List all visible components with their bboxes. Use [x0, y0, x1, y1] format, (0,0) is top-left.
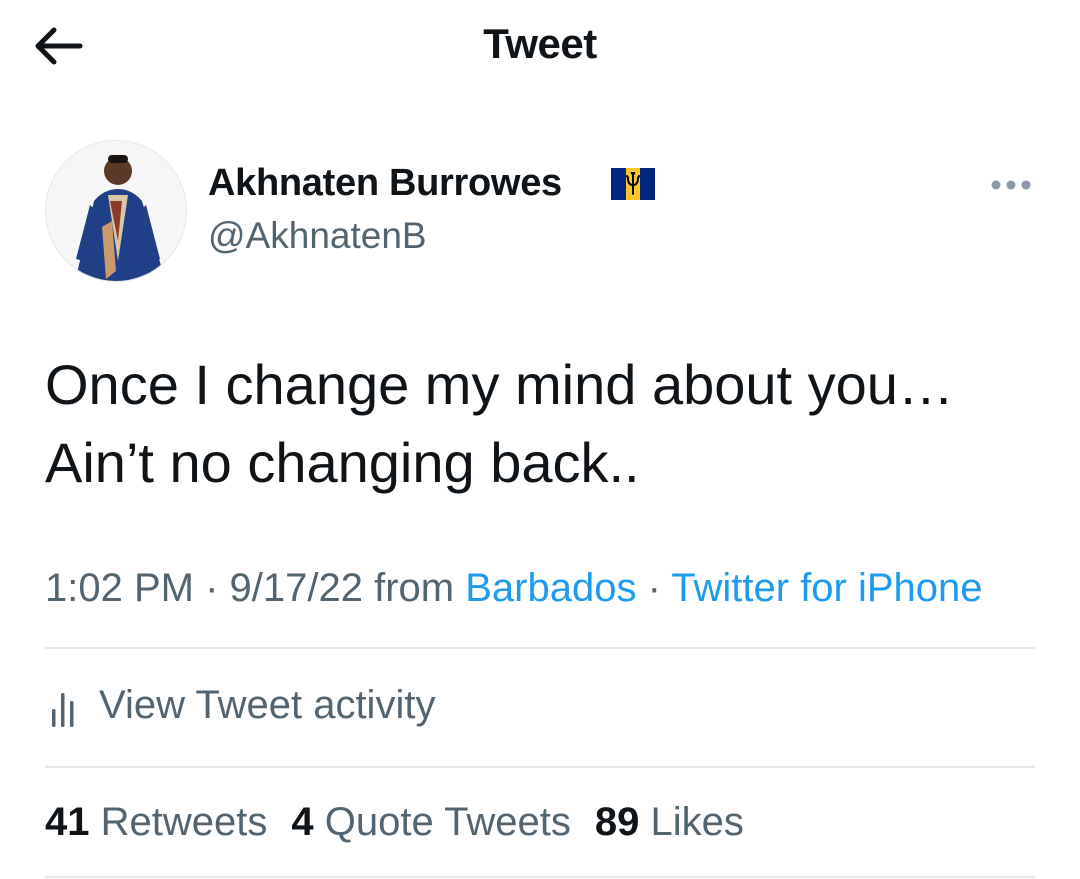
view-tweet-activity-button[interactable]: View Tweet activity — [45, 680, 435, 730]
source-link[interactable]: Twitter for iPhone — [671, 566, 982, 610]
author-name[interactable]: Akhnaten Burrowes — [208, 162, 562, 205]
bar-chart-icon — [52, 693, 74, 727]
author-handle[interactable]: @AkhnatenB — [208, 215, 427, 257]
likes-count: 89 — [594, 800, 640, 844]
quote-tweets-stat[interactable]: 4 Quote Tweets — [291, 800, 570, 845]
avatar[interactable] — [45, 140, 187, 282]
retweets-count: 41 — [45, 800, 90, 844]
tweet-detail-page: Tweet Akhnaten Burrowes @AkhnatenB Once … — [0, 0, 1080, 879]
ellipsis-icon — [991, 180, 1031, 190]
separator: · — [636, 566, 672, 610]
likes-stat[interactable]: 89 Likes — [595, 800, 744, 845]
tweet-text: Once I change my mind about you… Ain’t n… — [45, 346, 1045, 502]
divider — [45, 876, 1035, 878]
tweet-line: Once I change my mind about you… — [45, 353, 954, 416]
divider — [45, 766, 1035, 768]
quote-tweets-count: 4 — [291, 800, 314, 844]
retweets-stat[interactable]: 41 Retweets — [45, 800, 267, 845]
from-label: from — [362, 566, 466, 610]
location-link[interactable]: Barbados — [465, 566, 636, 610]
tweet-stats: 41 Retweets 4 Quote Tweets 89 Likes — [45, 800, 768, 845]
likes-label: Likes — [650, 800, 744, 844]
barbados-flag-icon — [611, 168, 655, 200]
top-bar: Tweet — [0, 0, 1080, 92]
tweet-line: Ain’t no changing back.. — [45, 431, 640, 494]
separator: · — [193, 566, 230, 610]
quote-tweets-label: Quote Tweets — [324, 800, 571, 844]
page-title: Tweet — [483, 20, 597, 67]
more-options-button[interactable] — [986, 170, 1036, 200]
retweets-label: Retweets — [100, 800, 268, 844]
tweet-time: 1:02 PM — [45, 566, 194, 610]
tweet-date: 9/17/22 — [229, 566, 363, 610]
divider — [45, 647, 1035, 649]
activity-label: View Tweet activity — [99, 682, 436, 727]
avatar-photo — [46, 141, 186, 281]
tweet-meta: 1:02 PM · 9/17/22 from Barbados · Twitte… — [45, 566, 1055, 611]
